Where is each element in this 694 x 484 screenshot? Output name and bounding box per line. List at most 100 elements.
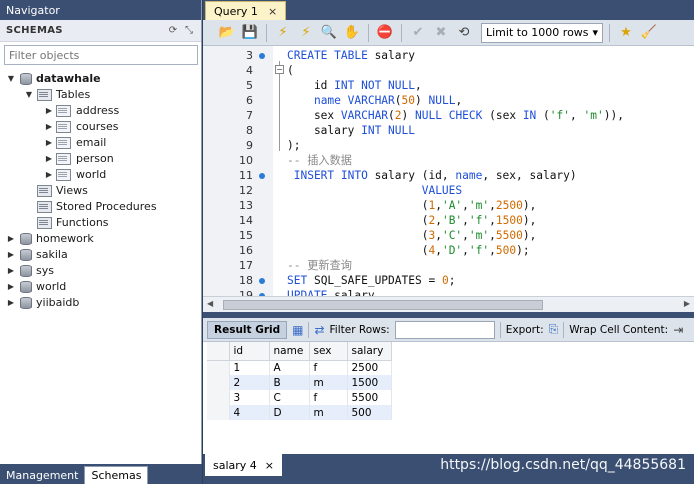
expand-arrow-icon[interactable]: ▶ (44, 121, 54, 131)
table-row[interactable]: 1 Af 2500 (207, 360, 392, 375)
tree-item-tables[interactable]: ▼ Tables (0, 86, 201, 102)
table-item[interactable]: ▶ courses (0, 118, 201, 134)
open-file-icon[interactable]: 📂 (217, 23, 237, 43)
column-header[interactable]: id (229, 342, 270, 361)
code-line[interactable]: 13 (1,'A','m',2500), (203, 198, 694, 213)
tab-query-1[interactable]: Query 1 × (205, 1, 287, 20)
scroll-right-icon[interactable]: ▶ (684, 299, 690, 308)
table-cell[interactable]: f (309, 360, 348, 375)
expand-arrow-icon[interactable]: ▼ (24, 89, 34, 99)
table-row[interactable]: 4 Dm 500 (207, 405, 392, 420)
tree-item-functions[interactable]: Functions (0, 214, 201, 230)
table-cell[interactable]: 1 (229, 360, 270, 375)
table-row[interactable]: 2 Bm 1500 (207, 375, 392, 390)
code-line[interactable]: 5 id INT NOT NULL, (203, 78, 694, 93)
table-item[interactable]: ▶ email (0, 134, 201, 150)
code-line[interactable]: 19 UPDATE salary (203, 288, 694, 296)
expand-arrow-icon[interactable]: ▶ (6, 281, 16, 291)
table-cell[interactable]: A (269, 360, 310, 375)
table-cell[interactable]: 2500 (347, 360, 392, 375)
schema-item[interactable]: ▶ homework (0, 230, 201, 246)
tab-schemas[interactable]: Schemas (84, 466, 149, 484)
expand-arrow-icon[interactable]: ▶ (6, 233, 16, 243)
expand-arrow-icon[interactable]: ▶ (44, 105, 54, 115)
table-item[interactable]: ▶ world (0, 166, 201, 182)
code-line[interactable]: 7 sex VARCHAR(2) NULL CHECK (sex IN ('f'… (203, 108, 694, 123)
toggle-error-icon[interactable]: ⛔ (375, 23, 395, 43)
fold-toggle-icon[interactable]: − (275, 65, 284, 74)
wrap-text-icon[interactable]: ⇥ (673, 323, 683, 337)
schema-item[interactable]: ▶ sakila (0, 246, 201, 262)
row-header[interactable] (207, 405, 230, 420)
tree-item-views[interactable]: Views (0, 182, 201, 198)
schema-item[interactable]: ▶ yiibaidb (0, 294, 201, 310)
execute-icon[interactable]: ⚡ (273, 23, 293, 43)
row-header[interactable] (207, 375, 230, 390)
column-header[interactable]: sex (309, 342, 348, 361)
save-icon[interactable]: 💾 (240, 23, 260, 43)
refresh-icon[interactable]: ⟳ (167, 25, 179, 37)
table-cell[interactable]: 3 (229, 390, 270, 405)
table-row[interactable]: 3 Cf 5500 (207, 390, 392, 405)
editor-horizontal-scrollbar[interactable]: ◀ ▶ (203, 296, 694, 312)
collapse-icon[interactable]: ⤡ (183, 25, 195, 37)
table-cell[interactable]: C (269, 390, 310, 405)
export-icon[interactable]: ⎘ (549, 322, 559, 337)
limit-rows-select[interactable]: Limit to 1000 rows ▾ (481, 22, 603, 43)
expand-arrow-icon[interactable]: ▶ (6, 265, 16, 275)
code-line[interactable]: 4 −( (203, 63, 694, 78)
table-cell[interactable]: B (269, 375, 310, 390)
stop-icon[interactable]: ✋ (342, 23, 362, 43)
scroll-thumb[interactable] (223, 300, 543, 310)
tree-item-procedures[interactable]: Stored Procedures (0, 198, 201, 214)
autocommit-icon[interactable]: ⟲ (454, 23, 474, 43)
schema-datawhale[interactable]: ▼ datawhale (0, 70, 201, 86)
code-line[interactable]: 18 SET SQL_SAFE_UPDATES = 0; (203, 273, 694, 288)
code-line[interactable]: 15 (3,'C','m',5500), (203, 228, 694, 243)
scroll-left-icon[interactable]: ◀ (207, 299, 213, 308)
beautify-icon[interactable]: 🧹 (639, 23, 659, 43)
table-cell[interactable]: 500 (347, 405, 392, 420)
column-header[interactable]: salary (347, 342, 392, 361)
tab-result-salary[interactable]: salary 4 × (205, 454, 283, 476)
grid-view-icon[interactable]: ▦ (292, 323, 303, 337)
row-header[interactable] (207, 360, 230, 375)
filter-rows-input[interactable] (394, 320, 495, 339)
tab-management[interactable]: Management (0, 466, 84, 484)
table-cell[interactable]: 2 (229, 375, 270, 390)
code-line[interactable]: 9); (203, 138, 694, 153)
column-header[interactable]: name (269, 342, 310, 361)
sql-editor[interactable]: 3 CREATE TABLE salary 4−(5 id INT NOT NULL… (203, 46, 694, 296)
table-cell[interactable]: m (309, 375, 348, 390)
result-grid-button[interactable]: Result Grid (207, 320, 288, 339)
table-cell[interactable]: m (309, 405, 348, 420)
table-cell[interactable]: 4 (229, 405, 270, 420)
code-line[interactable]: 17 -- 更新查询 (203, 258, 694, 273)
code-line[interactable]: 3 CREATE TABLE salary (203, 48, 694, 63)
code-line[interactable]: 16 (4,'D','f',500); (203, 243, 694, 258)
schema-item[interactable]: ▶ world (0, 278, 201, 294)
table-cell[interactable]: D (269, 405, 310, 420)
bookmark-icon[interactable]: ★ (616, 23, 636, 43)
code-line[interactable]: 10 -- 插入数据 (203, 153, 694, 168)
close-icon[interactable]: × (268, 5, 277, 18)
code-line[interactable]: 11 INSERT INTO salary (id, name, sex, sa… (203, 168, 694, 183)
commit-icon[interactable]: ✔ (408, 23, 428, 43)
rollback-icon[interactable]: ✖ (431, 23, 451, 43)
expand-arrow-icon[interactable]: ▶ (44, 153, 54, 163)
expand-arrow-icon[interactable]: ▶ (6, 297, 16, 307)
code-line[interactable]: 12 VALUES (203, 183, 694, 198)
expand-arrow-icon[interactable]: ▼ (6, 73, 16, 83)
close-icon[interactable]: × (265, 459, 274, 472)
execute-current-icon[interactable]: ⚡ (296, 23, 316, 43)
filter-objects-input[interactable] (4, 45, 198, 65)
code-line[interactable]: 8 salary INT NULL (203, 123, 694, 138)
code-line[interactable]: 14 (2,'B','f',1500), (203, 213, 694, 228)
expand-arrow-icon[interactable]: ▶ (6, 249, 16, 259)
table-item[interactable]: ▶ address (0, 102, 201, 118)
table-item[interactable]: ▶ person (0, 150, 201, 166)
table-cell[interactable]: 5500 (347, 390, 392, 405)
expand-arrow-icon[interactable]: ▶ (44, 137, 54, 147)
schema-item[interactable]: ▶ sys (0, 262, 201, 278)
explain-icon[interactable]: 🔍 (319, 23, 339, 43)
